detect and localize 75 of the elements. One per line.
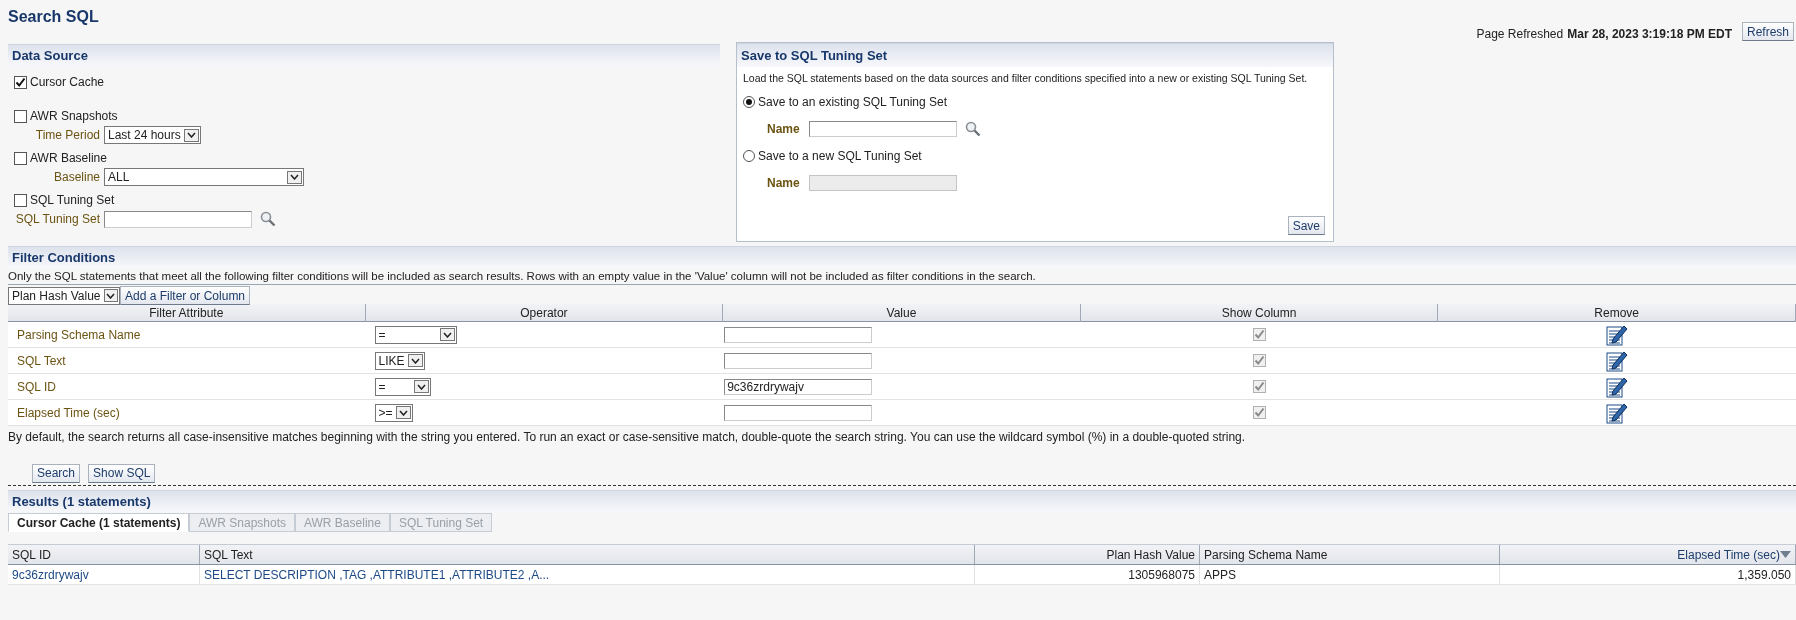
- checkbox-label: Cursor Cache: [30, 74, 105, 91]
- page-title: Search SQL: [8, 7, 99, 27]
- section-header: Filter Conditions: [8, 246, 1796, 268]
- checkbox-label: SQL Tuning Set: [30, 192, 115, 209]
- search-icon[interactable]: [965, 120, 981, 137]
- pencil-notepad-icon[interactable]: [1606, 401, 1629, 424]
- checkbox-label: AWR Baseline: [30, 150, 107, 167]
- dropdown-arrow-icon: [395, 406, 411, 419]
- action-button[interactable]: Search: [32, 463, 81, 483]
- dropdown-arrow-icon: [439, 328, 455, 341]
- radio-label: Save to an existing SQL Tuning Set: [758, 93, 947, 111]
- operator-dropdown[interactable]: >=: [374, 403, 413, 422]
- sort-descending-icon[interactable]: [1780, 550, 1791, 559]
- filter-attribute: Elapsed Time (sec): [16, 404, 121, 422]
- result-link[interactable]: 9c36zrdrywajv: [12, 565, 89, 584]
- table-cell-text: 1305968075: [1128, 566, 1195, 584]
- tab[interactable]: Cursor Cache (1 statements): [8, 513, 190, 532]
- dropdown[interactable]: Last 24 hours: [104, 126, 201, 144]
- checkbox[interactable]: [14, 193, 27, 207]
- checkbox[interactable]: [14, 75, 27, 89]
- field-label: Name: [767, 174, 801, 192]
- value-field[interactable]: [724, 326, 873, 343]
- checkbox-label: AWR Snapshots: [30, 108, 118, 125]
- column-header[interactable]: Elapsed Time (sec): [1677, 545, 1780, 564]
- description-text: Load the SQL statements based on the data sources and filter conditions specified into a new or existing SQL Tuning Set.: [743, 71, 1308, 86]
- radio-label: Save to a new SQL Tuning Set: [758, 147, 922, 165]
- section-header: Save to SQL Tuning Set: [737, 43, 1333, 67]
- save-button[interactable]: Save: [1287, 216, 1325, 235]
- value-field[interactable]: [724, 352, 873, 369]
- input-field[interactable]: [104, 210, 252, 228]
- checkbox[interactable]: [1253, 328, 1267, 341]
- filter-dropdown[interactable]: Plan Hash Value: [8, 286, 120, 305]
- checkbox[interactable]: [1253, 380, 1267, 393]
- column-header[interactable]: Plan Hash Value: [1106, 545, 1195, 564]
- section-header: Data Source: [8, 44, 720, 66]
- note-text: By default, the search returns all case-insensitive matches beginning with the string you entered. To run an exact or case-sensitive match, double-quote the search string. You can use the wildcard symbol (%) in a double-quoted string.: [8, 429, 1247, 444]
- filter-attribute: Parsing Schema Name: [16, 326, 142, 344]
- column-header[interactable]: SQL ID: [12, 545, 51, 564]
- dropdown[interactable]: ALL: [104, 168, 304, 186]
- refresh-time: Mar 28, 2023 3:19:18 PM EDT: [1567, 26, 1732, 43]
- operator-dropdown[interactable]: =: [374, 377, 431, 396]
- checkbox[interactable]: [14, 151, 27, 165]
- dropdown-arrow-icon: [103, 289, 118, 302]
- field-label: Time Period: [34, 127, 101, 144]
- pencil-notepad-icon[interactable]: [1606, 349, 1629, 372]
- pencil-notepad-icon[interactable]: [1606, 375, 1629, 398]
- checkbox[interactable]: [14, 109, 27, 123]
- operator-dropdown[interactable]: =: [374, 325, 457, 344]
- dropdown-arrow-icon: [413, 380, 429, 393]
- field-label: Baseline: [52, 169, 101, 186]
- action-button[interactable]: Show SQL: [88, 463, 156, 483]
- filter-attribute: SQL Text: [16, 352, 67, 370]
- search-icon[interactable]: [260, 211, 276, 227]
- table-cell-text: APPS: [1204, 566, 1236, 584]
- section-header: Results (1 statements): [8, 490, 1796, 512]
- column-header[interactable]: Parsing Schema Name: [1204, 545, 1328, 564]
- pencil-notepad-icon[interactable]: [1606, 323, 1629, 346]
- filter-attribute: SQL ID: [16, 378, 57, 396]
- value-field[interactable]: [724, 404, 873, 421]
- field-label: Name: [767, 120, 801, 138]
- radio-button[interactable]: [743, 95, 755, 108]
- value-field[interactable]: 9c36zrdrywajv: [724, 378, 873, 395]
- result-link[interactable]: SELECT DESCRIPTION ,TAG ,ATTRIBUTE1 ,ATTRIBUTE2 ,A...: [204, 565, 550, 584]
- operator-dropdown[interactable]: LIKE: [374, 351, 425, 370]
- checkbox[interactable]: [1253, 354, 1267, 367]
- name-field[interactable]: [809, 120, 957, 137]
- add-filter-button[interactable]: Add a Filter or Column: [120, 286, 251, 305]
- refresh-button[interactable]: Refresh: [1741, 22, 1794, 41]
- table-cell-text: 1,359.050: [1737, 566, 1791, 584]
- checkbox[interactable]: [1253, 406, 1267, 419]
- refresh-label: Page Refreshed: [1476, 26, 1564, 43]
- description-text: Only the SQL statements that meet all the following filter conditions will be included as search results. Rows with an empty value in the 'Value' column will not be included as filter conditions in the search.: [8, 269, 1037, 284]
- field-label: SQL Tuning Set: [14, 211, 101, 228]
- column-header[interactable]: SQL Text: [204, 545, 253, 564]
- dropdown-arrow-icon: [407, 354, 423, 367]
